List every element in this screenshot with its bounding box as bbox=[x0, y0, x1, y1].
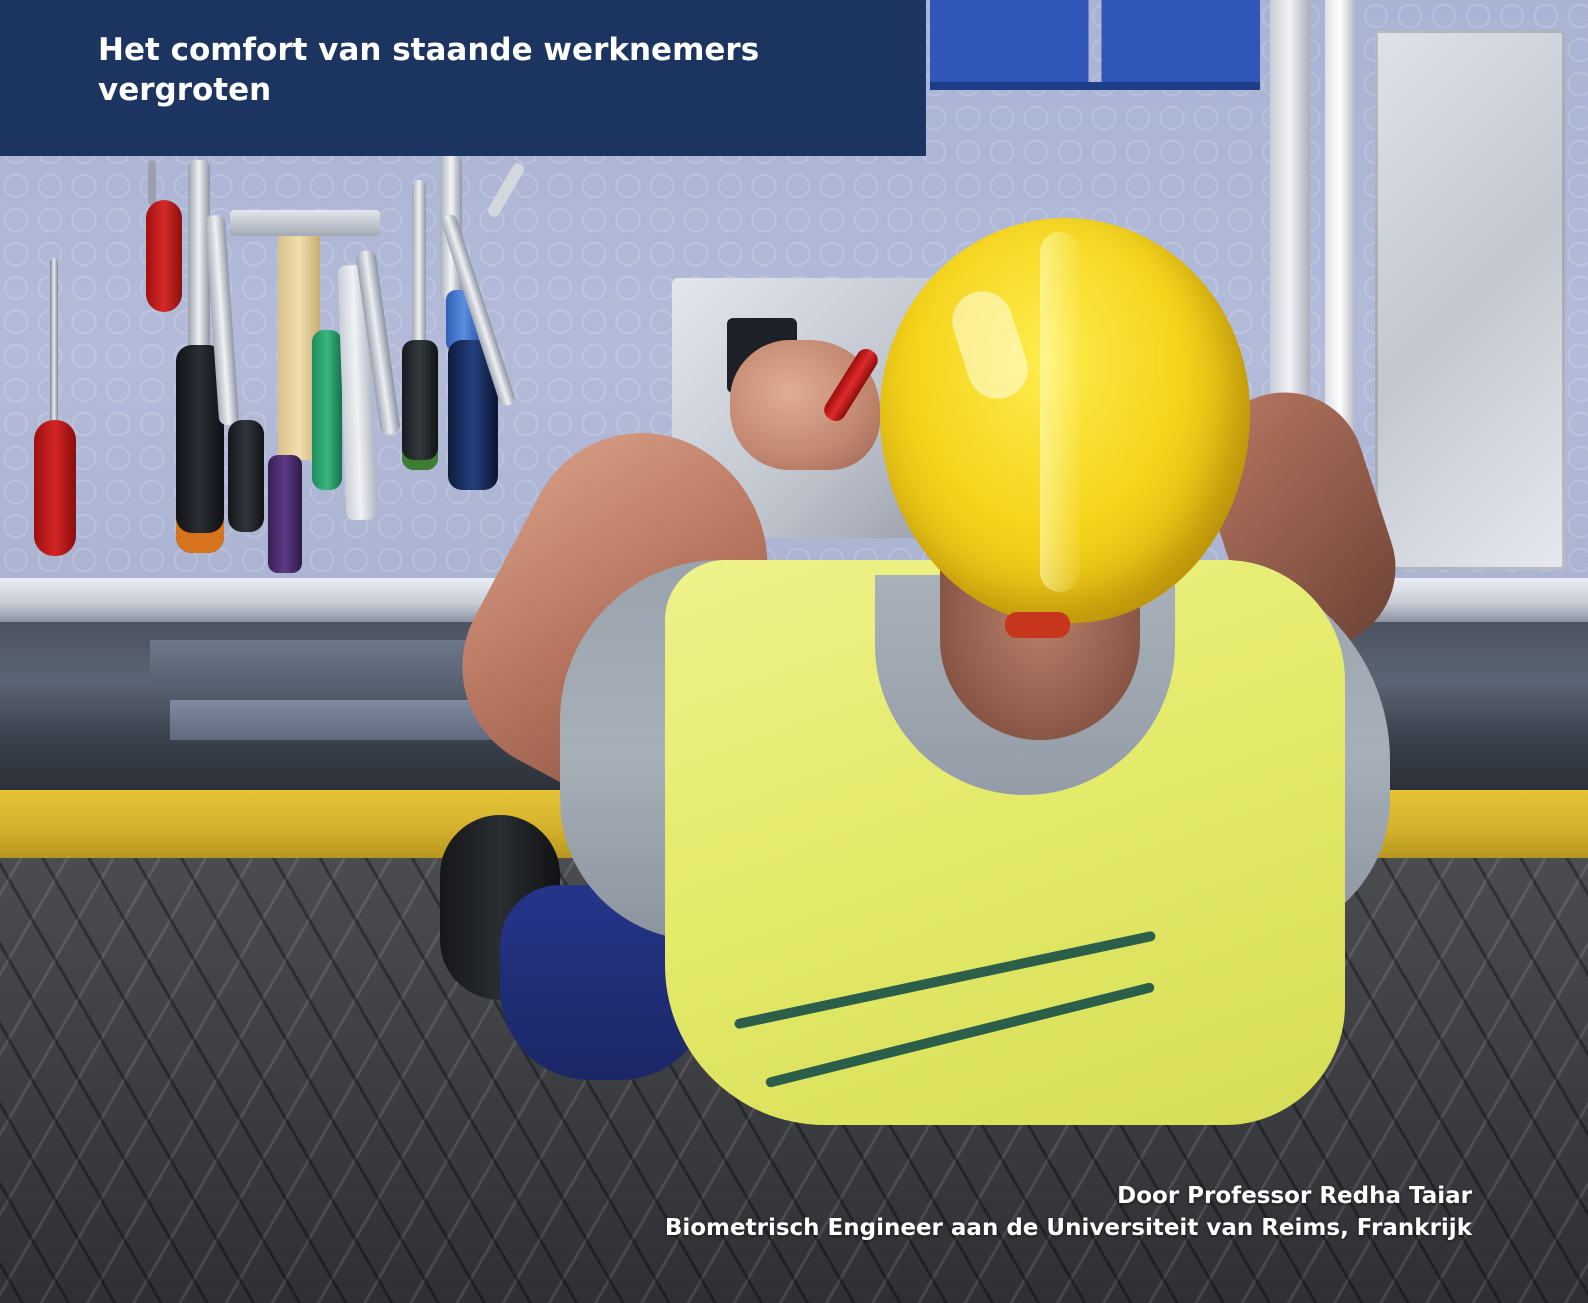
black-screwdriver bbox=[402, 340, 438, 470]
black-screwdriver bbox=[228, 420, 264, 532]
red-screwdriver bbox=[34, 420, 76, 556]
screwdriver-shaft bbox=[50, 258, 58, 423]
hard-hat-ridge bbox=[1040, 232, 1080, 592]
green-tool-handle bbox=[312, 330, 342, 490]
hammer-head bbox=[230, 210, 380, 236]
metal-fixture-plate bbox=[1375, 30, 1565, 570]
purple-handle bbox=[268, 455, 302, 573]
author-name: Door Professor Redha Taiar bbox=[1117, 1183, 1472, 1209]
author-affiliation: Biometrisch Engineer aan de Universiteit… bbox=[664, 1215, 1472, 1241]
page-title: Het comfort van staande werknemers vergr… bbox=[98, 32, 760, 108]
hard-hat-strap bbox=[1005, 612, 1070, 638]
author-byline: Door Professor Redha Taiar Biometrisch E… bbox=[665, 1180, 1472, 1244]
article-header-image: Het comfort van staande werknemers vergr… bbox=[0, 0, 1588, 1303]
screwdriver-shaft bbox=[148, 160, 156, 205]
title-panel: Het comfort van staande werknemers vergr… bbox=[0, 0, 926, 156]
tool-shaft bbox=[412, 180, 426, 345]
red-screwdriver bbox=[146, 200, 182, 312]
parts-bins bbox=[930, 0, 1260, 90]
